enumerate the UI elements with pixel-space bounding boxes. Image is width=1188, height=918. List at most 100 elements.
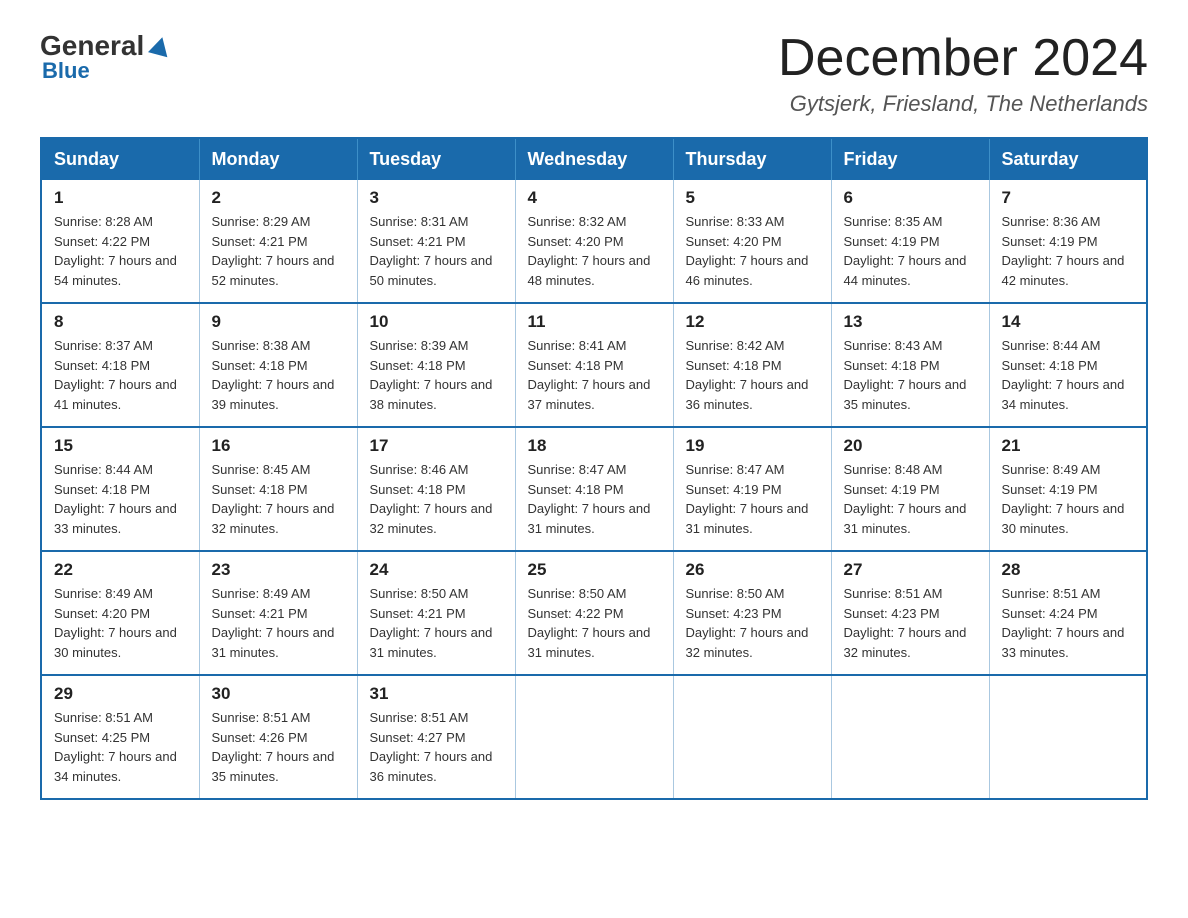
- month-title: December 2024: [778, 30, 1148, 87]
- day-info: Sunrise: 8:41 AM Sunset: 4:18 PM Dayligh…: [528, 336, 661, 414]
- day-number: 27: [844, 560, 977, 580]
- calendar-table: Sunday Monday Tuesday Wednesday Thursday…: [40, 137, 1148, 800]
- day-info: Sunrise: 8:39 AM Sunset: 4:18 PM Dayligh…: [370, 336, 503, 414]
- day-info: Sunrise: 8:37 AM Sunset: 4:18 PM Dayligh…: [54, 336, 187, 414]
- day-info: Sunrise: 8:50 AM Sunset: 4:23 PM Dayligh…: [686, 584, 819, 662]
- calendar-cell: 30 Sunrise: 8:51 AM Sunset: 4:26 PM Dayl…: [199, 675, 357, 799]
- day-number: 5: [686, 188, 819, 208]
- calendar-cell: 5 Sunrise: 8:33 AM Sunset: 4:20 PM Dayli…: [673, 180, 831, 303]
- day-number: 3: [370, 188, 503, 208]
- day-number: 11: [528, 312, 661, 332]
- weekday-wednesday: Wednesday: [515, 138, 673, 180]
- calendar-cell: 26 Sunrise: 8:50 AM Sunset: 4:23 PM Dayl…: [673, 551, 831, 675]
- logo: General Blue: [40, 30, 170, 84]
- day-number: 23: [212, 560, 345, 580]
- day-number: 13: [844, 312, 977, 332]
- day-info: Sunrise: 8:29 AM Sunset: 4:21 PM Dayligh…: [212, 212, 345, 290]
- calendar-cell: 3 Sunrise: 8:31 AM Sunset: 4:21 PM Dayli…: [357, 180, 515, 303]
- calendar-cell: 7 Sunrise: 8:36 AM Sunset: 4:19 PM Dayli…: [989, 180, 1147, 303]
- day-number: 2: [212, 188, 345, 208]
- calendar-cell: 14 Sunrise: 8:44 AM Sunset: 4:18 PM Dayl…: [989, 303, 1147, 427]
- weekday-saturday: Saturday: [989, 138, 1147, 180]
- day-info: Sunrise: 8:49 AM Sunset: 4:21 PM Dayligh…: [212, 584, 345, 662]
- day-info: Sunrise: 8:51 AM Sunset: 4:27 PM Dayligh…: [370, 708, 503, 786]
- calendar-cell: 6 Sunrise: 8:35 AM Sunset: 4:19 PM Dayli…: [831, 180, 989, 303]
- calendar-cell: 16 Sunrise: 8:45 AM Sunset: 4:18 PM Dayl…: [199, 427, 357, 551]
- day-number: 22: [54, 560, 187, 580]
- calendar-cell: 24 Sunrise: 8:50 AM Sunset: 4:21 PM Dayl…: [357, 551, 515, 675]
- calendar-week-row: 1 Sunrise: 8:28 AM Sunset: 4:22 PM Dayli…: [41, 180, 1147, 303]
- day-number: 31: [370, 684, 503, 704]
- day-info: Sunrise: 8:47 AM Sunset: 4:18 PM Dayligh…: [528, 460, 661, 538]
- calendar-cell: 12 Sunrise: 8:42 AM Sunset: 4:18 PM Dayl…: [673, 303, 831, 427]
- calendar-week-row: 8 Sunrise: 8:37 AM Sunset: 4:18 PM Dayli…: [41, 303, 1147, 427]
- day-info: Sunrise: 8:38 AM Sunset: 4:18 PM Dayligh…: [212, 336, 345, 414]
- calendar-cell: 17 Sunrise: 8:46 AM Sunset: 4:18 PM Dayl…: [357, 427, 515, 551]
- weekday-monday: Monday: [199, 138, 357, 180]
- day-info: Sunrise: 8:51 AM Sunset: 4:24 PM Dayligh…: [1002, 584, 1135, 662]
- day-number: 7: [1002, 188, 1135, 208]
- calendar-week-row: 15 Sunrise: 8:44 AM Sunset: 4:18 PM Dayl…: [41, 427, 1147, 551]
- calendar-cell: [673, 675, 831, 799]
- day-number: 17: [370, 436, 503, 456]
- day-info: Sunrise: 8:33 AM Sunset: 4:20 PM Dayligh…: [686, 212, 819, 290]
- calendar-cell: 13 Sunrise: 8:43 AM Sunset: 4:18 PM Dayl…: [831, 303, 989, 427]
- calendar-cell: 25 Sunrise: 8:50 AM Sunset: 4:22 PM Dayl…: [515, 551, 673, 675]
- day-number: 20: [844, 436, 977, 456]
- calendar-cell: 21 Sunrise: 8:49 AM Sunset: 4:19 PM Dayl…: [989, 427, 1147, 551]
- day-number: 30: [212, 684, 345, 704]
- day-info: Sunrise: 8:36 AM Sunset: 4:19 PM Dayligh…: [1002, 212, 1135, 290]
- calendar-week-row: 22 Sunrise: 8:49 AM Sunset: 4:20 PM Dayl…: [41, 551, 1147, 675]
- day-info: Sunrise: 8:44 AM Sunset: 4:18 PM Dayligh…: [54, 460, 187, 538]
- weekday-thursday: Thursday: [673, 138, 831, 180]
- day-number: 10: [370, 312, 503, 332]
- day-info: Sunrise: 8:51 AM Sunset: 4:25 PM Dayligh…: [54, 708, 187, 786]
- day-number: 6: [844, 188, 977, 208]
- calendar-cell: 10 Sunrise: 8:39 AM Sunset: 4:18 PM Dayl…: [357, 303, 515, 427]
- calendar-cell: [989, 675, 1147, 799]
- day-info: Sunrise: 8:45 AM Sunset: 4:18 PM Dayligh…: [212, 460, 345, 538]
- day-number: 16: [212, 436, 345, 456]
- day-number: 28: [1002, 560, 1135, 580]
- day-info: Sunrise: 8:50 AM Sunset: 4:21 PM Dayligh…: [370, 584, 503, 662]
- page-header: General Blue December 2024 Gytsjerk, Fri…: [40, 30, 1148, 117]
- day-info: Sunrise: 8:43 AM Sunset: 4:18 PM Dayligh…: [844, 336, 977, 414]
- calendar-cell: 9 Sunrise: 8:38 AM Sunset: 4:18 PM Dayli…: [199, 303, 357, 427]
- calendar-cell: 4 Sunrise: 8:32 AM Sunset: 4:20 PM Dayli…: [515, 180, 673, 303]
- day-info: Sunrise: 8:50 AM Sunset: 4:22 PM Dayligh…: [528, 584, 661, 662]
- calendar-cell: 1 Sunrise: 8:28 AM Sunset: 4:22 PM Dayli…: [41, 180, 199, 303]
- logo-blue: Blue: [42, 58, 90, 84]
- day-number: 14: [1002, 312, 1135, 332]
- title-area: December 2024 Gytsjerk, Friesland, The N…: [778, 30, 1148, 117]
- calendar-body: 1 Sunrise: 8:28 AM Sunset: 4:22 PM Dayli…: [41, 180, 1147, 799]
- day-number: 12: [686, 312, 819, 332]
- day-number: 24: [370, 560, 503, 580]
- day-info: Sunrise: 8:51 AM Sunset: 4:26 PM Dayligh…: [212, 708, 345, 786]
- day-info: Sunrise: 8:47 AM Sunset: 4:19 PM Dayligh…: [686, 460, 819, 538]
- weekday-row: Sunday Monday Tuesday Wednesday Thursday…: [41, 138, 1147, 180]
- calendar-cell: 22 Sunrise: 8:49 AM Sunset: 4:20 PM Dayl…: [41, 551, 199, 675]
- day-info: Sunrise: 8:48 AM Sunset: 4:19 PM Dayligh…: [844, 460, 977, 538]
- day-info: Sunrise: 8:32 AM Sunset: 4:20 PM Dayligh…: [528, 212, 661, 290]
- day-number: 19: [686, 436, 819, 456]
- day-number: 15: [54, 436, 187, 456]
- calendar-cell: 19 Sunrise: 8:47 AM Sunset: 4:19 PM Dayl…: [673, 427, 831, 551]
- day-number: 25: [528, 560, 661, 580]
- day-number: 29: [54, 684, 187, 704]
- calendar-week-row: 29 Sunrise: 8:51 AM Sunset: 4:25 PM Dayl…: [41, 675, 1147, 799]
- calendar-cell: 15 Sunrise: 8:44 AM Sunset: 4:18 PM Dayl…: [41, 427, 199, 551]
- day-number: 26: [686, 560, 819, 580]
- calendar-cell: 2 Sunrise: 8:29 AM Sunset: 4:21 PM Dayli…: [199, 180, 357, 303]
- calendar-cell: 8 Sunrise: 8:37 AM Sunset: 4:18 PM Dayli…: [41, 303, 199, 427]
- day-info: Sunrise: 8:35 AM Sunset: 4:19 PM Dayligh…: [844, 212, 977, 290]
- weekday-sunday: Sunday: [41, 138, 199, 180]
- day-info: Sunrise: 8:46 AM Sunset: 4:18 PM Dayligh…: [370, 460, 503, 538]
- day-number: 18: [528, 436, 661, 456]
- calendar-cell: 28 Sunrise: 8:51 AM Sunset: 4:24 PM Dayl…: [989, 551, 1147, 675]
- day-number: 8: [54, 312, 187, 332]
- weekday-tuesday: Tuesday: [357, 138, 515, 180]
- logo-triangle-icon: [148, 35, 172, 58]
- weekday-friday: Friday: [831, 138, 989, 180]
- calendar-cell: 29 Sunrise: 8:51 AM Sunset: 4:25 PM Dayl…: [41, 675, 199, 799]
- day-info: Sunrise: 8:49 AM Sunset: 4:20 PM Dayligh…: [54, 584, 187, 662]
